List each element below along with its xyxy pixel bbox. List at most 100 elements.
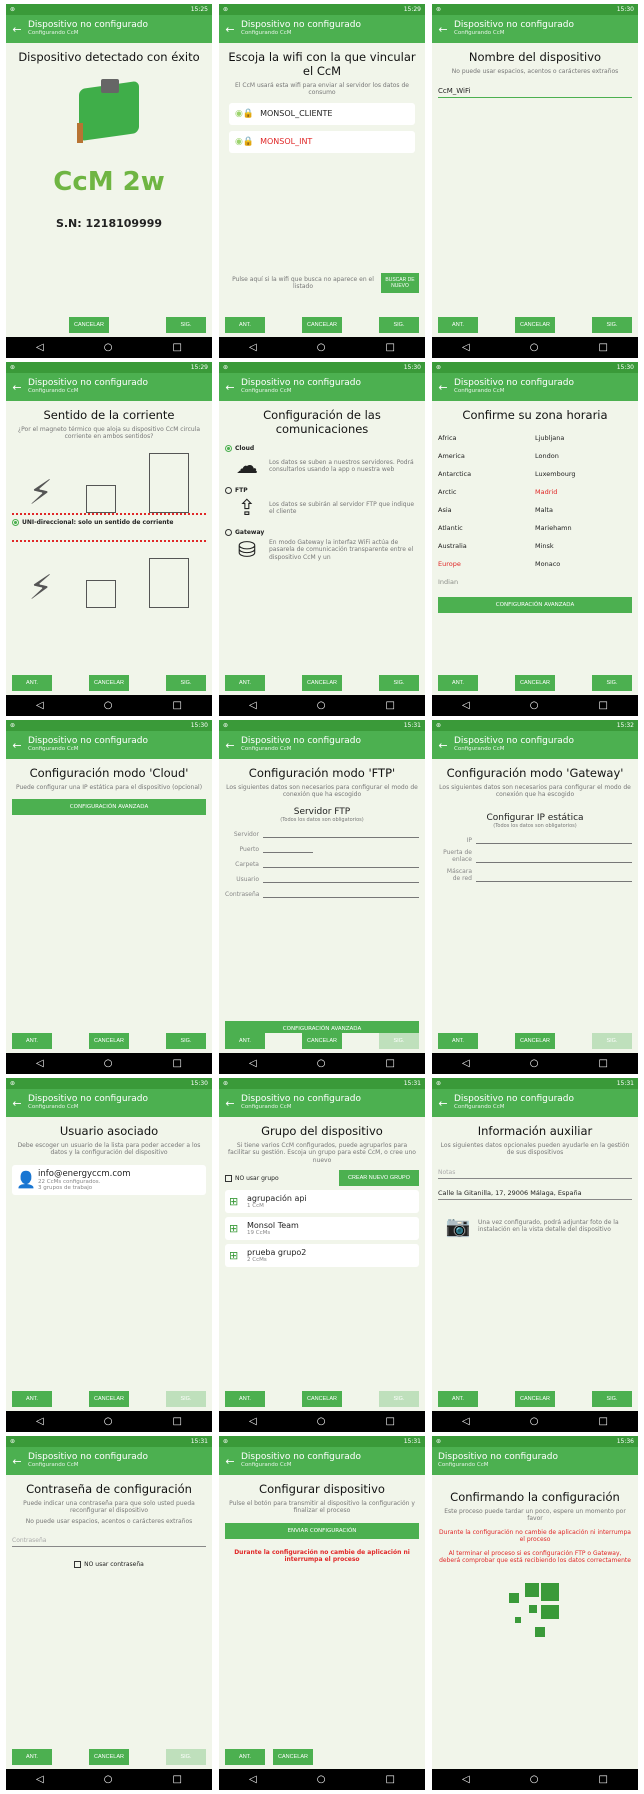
advanced-config-button[interactable]: CONFIGURACIÓN AVANZADA xyxy=(438,596,632,613)
field-input[interactable] xyxy=(476,872,632,883)
cancel-button[interactable]: CANCELAR xyxy=(273,1749,313,1765)
gateway-option[interactable]: Gateway xyxy=(225,528,419,536)
next-button[interactable]: SIG. xyxy=(379,675,419,691)
recents-nav-icon[interactable]: □ xyxy=(173,1774,182,1785)
back-nav-icon[interactable]: ◁ xyxy=(462,1416,470,1427)
back-arrow-icon[interactable]: ← xyxy=(10,23,24,36)
folder-field[interactable]: Carpeta xyxy=(225,858,419,869)
home-nav-icon[interactable]: ○ xyxy=(104,342,113,353)
back-nav-icon[interactable]: ◁ xyxy=(462,1774,470,1785)
region-column[interactable]: Africa America Antarctica Arctic Asia At… xyxy=(438,429,535,591)
password-field[interactable]: Contraseña xyxy=(225,888,419,899)
region-item[interactable]: Antarctica xyxy=(438,465,535,483)
back-nav-icon[interactable]: ◁ xyxy=(249,1774,257,1785)
next-button-disabled[interactable]: SIG. xyxy=(379,1033,419,1049)
back-nav-icon[interactable]: ◁ xyxy=(36,1416,44,1427)
no-group-checkbox[interactable]: NO usar grupo xyxy=(225,1174,279,1182)
back-arrow-icon[interactable]: ← xyxy=(436,23,450,36)
cancel-button[interactable]: CANCELAR xyxy=(302,675,342,691)
back-nav-icon[interactable]: ◁ xyxy=(36,700,44,711)
back-arrow-icon[interactable]: ← xyxy=(223,739,237,752)
home-nav-icon[interactable]: ○ xyxy=(104,1774,113,1785)
cancel-button[interactable]: CANCELAR xyxy=(89,675,129,691)
prev-button[interactable]: ANT. xyxy=(12,1033,52,1049)
notes-input[interactable]: Notas xyxy=(438,1167,632,1179)
city-item[interactable]: Monaco xyxy=(535,555,632,573)
cancel-button[interactable]: CANCELAR xyxy=(302,317,342,333)
next-button[interactable]: SIG. xyxy=(379,317,419,333)
cancel-button[interactable]: CANCELAR xyxy=(515,1033,555,1049)
region-item[interactable]: Arctic xyxy=(438,483,535,501)
next-button[interactable]: SIG. xyxy=(166,317,206,333)
back-arrow-icon[interactable]: ← xyxy=(223,381,237,394)
back-arrow-icon[interactable]: ← xyxy=(223,1097,237,1110)
home-nav-icon[interactable]: ○ xyxy=(317,1416,326,1427)
city-column[interactable]: Ljubljana London Luxembourg Madrid Malta… xyxy=(535,429,632,591)
cancel-button[interactable]: CANCELAR xyxy=(69,317,109,333)
region-item-selected[interactable]: Europe xyxy=(438,555,535,573)
recents-nav-icon[interactable]: □ xyxy=(599,1058,608,1069)
field-input[interactable] xyxy=(263,873,419,884)
prev-button[interactable]: ANT. xyxy=(438,1033,478,1049)
prev-button[interactable]: ANT. xyxy=(225,1749,265,1765)
home-nav-icon[interactable]: ○ xyxy=(317,342,326,353)
group-item[interactable]: ⊞ Monsol Team 19 CcMs xyxy=(225,1217,419,1241)
home-nav-icon[interactable]: ○ xyxy=(530,342,539,353)
recents-nav-icon[interactable]: □ xyxy=(599,700,608,711)
recents-nav-icon[interactable]: □ xyxy=(386,700,395,711)
recents-nav-icon[interactable]: □ xyxy=(173,1058,182,1069)
send-config-button[interactable]: ENVIAR CONFIGURACIÓN xyxy=(225,1522,419,1539)
timezone-picker[interactable]: Africa America Antarctica Arctic Asia At… xyxy=(438,429,632,591)
home-nav-icon[interactable]: ○ xyxy=(530,700,539,711)
city-item[interactable]: Ljubljana xyxy=(535,429,632,447)
cancel-button[interactable]: CANCELAR xyxy=(89,1749,129,1765)
home-nav-icon[interactable]: ○ xyxy=(317,1774,326,1785)
address-input[interactable]: Calle la Gitanilla, 17, 29006 Málaga, Es… xyxy=(438,1187,632,1201)
home-nav-icon[interactable]: ○ xyxy=(530,1058,539,1069)
prev-button[interactable]: ANT. xyxy=(12,1749,52,1765)
search-again-button[interactable]: BUSCAR DE NUEVO xyxy=(381,273,419,293)
prev-button[interactable]: ANT. xyxy=(225,675,265,691)
uni-direction-option[interactable]: UNI-direccional: solo un sentido de corr… xyxy=(12,518,206,526)
city-item[interactable]: Luxembourg xyxy=(535,465,632,483)
next-button-disabled[interactable]: SIG. xyxy=(592,1033,632,1049)
back-nav-icon[interactable]: ◁ xyxy=(36,1058,44,1069)
prev-button[interactable]: ANT. xyxy=(438,675,478,691)
home-nav-icon[interactable]: ○ xyxy=(530,1774,539,1785)
city-item[interactable]: Mariehamn xyxy=(535,519,632,537)
back-nav-icon[interactable]: ◁ xyxy=(36,342,44,353)
prev-button[interactable]: ANT. xyxy=(225,1391,265,1407)
cloud-option[interactable]: Cloud xyxy=(225,444,419,452)
device-name-input[interactable]: CcM_WiFi xyxy=(438,85,632,99)
back-arrow-icon[interactable]: ← xyxy=(223,23,237,36)
netmask-field[interactable]: Máscara de red xyxy=(438,868,632,883)
back-nav-icon[interactable]: ◁ xyxy=(249,700,257,711)
recents-nav-icon[interactable]: □ xyxy=(173,1416,182,1427)
back-nav-icon[interactable]: ◁ xyxy=(249,1058,257,1069)
back-arrow-icon[interactable]: ← xyxy=(436,381,450,394)
region-item[interactable]: Atlantic xyxy=(438,519,535,537)
home-nav-icon[interactable]: ○ xyxy=(104,1416,113,1427)
back-nav-icon[interactable]: ◁ xyxy=(36,1774,44,1785)
ip-field[interactable]: IP xyxy=(438,834,632,845)
back-arrow-icon[interactable]: ← xyxy=(10,1097,24,1110)
back-arrow-icon[interactable]: ← xyxy=(436,1097,450,1110)
cancel-button[interactable]: CANCELAR xyxy=(89,1033,129,1049)
next-button-disabled[interactable]: SIG. xyxy=(166,1749,206,1765)
next-button[interactable]: SIG. xyxy=(592,675,632,691)
cancel-button[interactable]: CANCELAR xyxy=(302,1033,342,1049)
region-item[interactable]: America xyxy=(438,447,535,465)
cancel-button[interactable]: CANCELAR xyxy=(89,1391,129,1407)
prev-button[interactable]: ANT. xyxy=(12,1391,52,1407)
back-nav-icon[interactable]: ◁ xyxy=(462,342,470,353)
prev-button[interactable]: ANT. xyxy=(438,1391,478,1407)
field-input[interactable] xyxy=(263,843,313,854)
port-field[interactable]: Puerto xyxy=(225,843,419,854)
recents-nav-icon[interactable]: □ xyxy=(173,700,182,711)
recents-nav-icon[interactable]: □ xyxy=(386,342,395,353)
recents-nav-icon[interactable]: □ xyxy=(599,1774,608,1785)
region-item[interactable]: Indian xyxy=(438,573,535,591)
group-item[interactable]: ⊞ prueba grupo2 2 CcMs xyxy=(225,1244,419,1268)
user-list-item[interactable]: 👤 info@energyccm.com 22 CcMs configurados… xyxy=(12,1164,206,1195)
back-nav-icon[interactable]: ◁ xyxy=(249,1416,257,1427)
